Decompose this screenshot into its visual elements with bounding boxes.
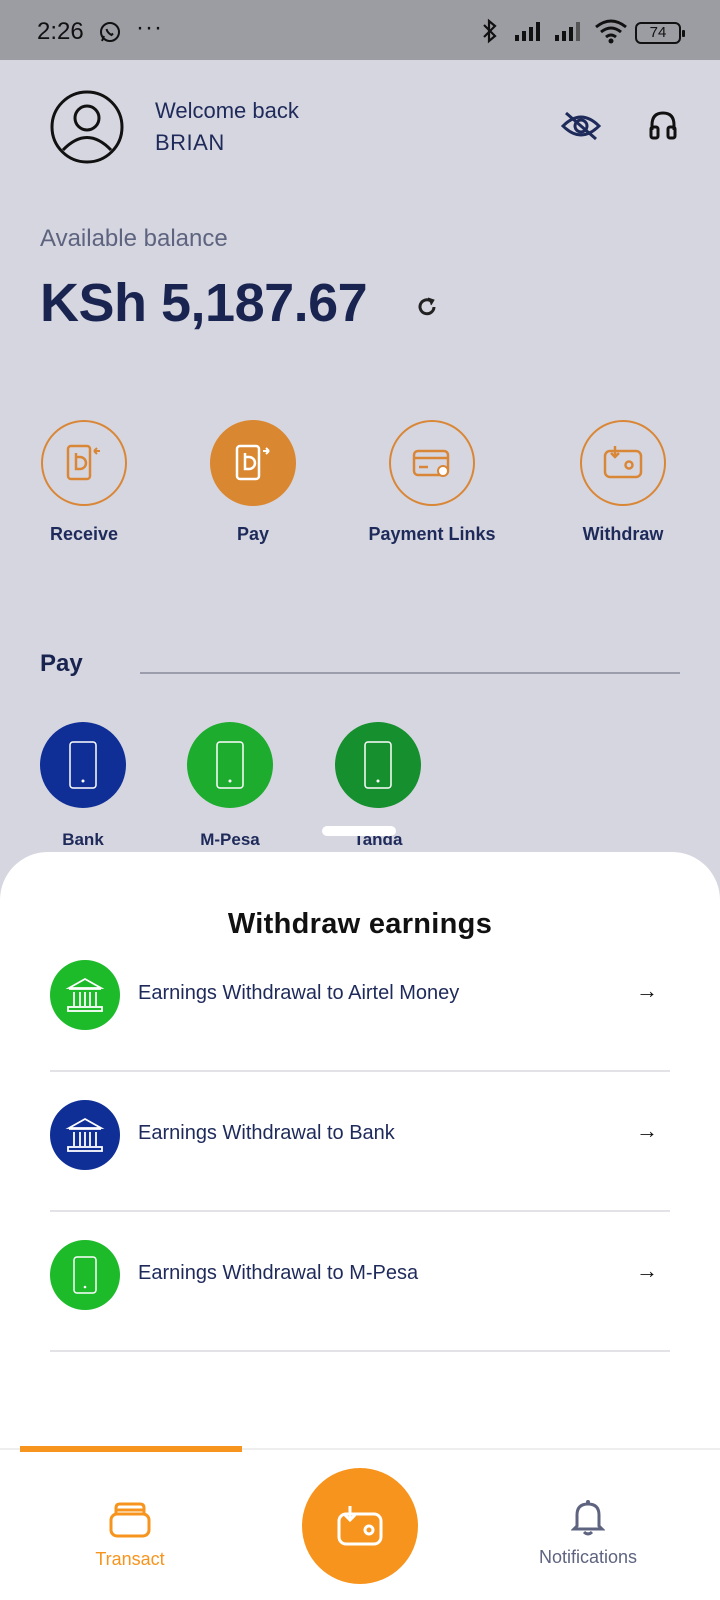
withdraw-icon <box>337 1506 383 1546</box>
option-airtel-money[interactable]: Earnings Withdrawal to Airtel Money → <box>50 932 670 1072</box>
welcome-text: Welcome back <box>155 98 299 123</box>
nav-transact-label: Transact <box>95 1549 165 1569</box>
payee-bank[interactable]: Bank <box>28 722 138 850</box>
bank-icon <box>50 960 120 1030</box>
option-label: Earnings Withdrawal to Bank <box>138 1122 395 1144</box>
option-label: Earnings Withdrawal to Airtel Money <box>138 982 460 1004</box>
withdraw-label: Withdraw <box>582 524 664 544</box>
refresh-icon[interactable] <box>415 295 439 319</box>
phone-icon <box>335 722 421 808</box>
payee-label: M-Pesa <box>200 830 260 849</box>
balance-label: Available balance <box>40 225 228 252</box>
status-time: 2:26 <box>37 18 84 45</box>
payment-links-icon <box>389 420 475 506</box>
payment-links-button[interactable]: Payment Links <box>362 420 502 545</box>
nav-transact[interactable]: Transact <box>80 1500 180 1570</box>
bluetooth-icon <box>483 18 497 44</box>
avatar[interactable] <box>50 90 124 164</box>
hide-balance-icon[interactable] <box>560 110 602 142</box>
status-bar: 2:26 ··· 74 <box>0 0 720 60</box>
payee-mpesa[interactable]: M-Pesa <box>175 722 285 850</box>
option-bank[interactable]: Earnings Withdrawal to Bank → <box>50 1072 670 1212</box>
pay-icon <box>210 420 296 506</box>
wallet-icon <box>109 1502 151 1538</box>
signal-icon <box>515 22 540 41</box>
active-tab-indicator <box>20 1446 242 1452</box>
receive-label: Receive <box>49 524 119 544</box>
receive-icon <box>41 420 127 506</box>
balance-amount: KSh 5,187.67 <box>40 273 368 333</box>
phone-icon <box>50 1240 120 1310</box>
arrow-right-icon: → <box>636 1258 658 1283</box>
option-label: Earnings Withdrawal to M-Pesa <box>138 1262 419 1284</box>
pay-section-title: Pay <box>40 650 83 677</box>
arrow-right-icon: → <box>636 1118 658 1143</box>
option-mpesa[interactable]: Earnings Withdrawal to M-Pesa → <box>50 1212 670 1352</box>
phone-icon <box>187 722 273 808</box>
battery-icon: 74 <box>635 22 685 44</box>
payment-links-label: Payment Links <box>368 524 496 544</box>
bell-icon <box>570 1500 606 1536</box>
nav-notifications[interactable]: Notifications <box>528 1498 648 1568</box>
withdraw-fab[interactable] <box>302 1468 418 1584</box>
receive-button[interactable]: Receive <box>14 420 154 545</box>
divider <box>140 672 680 674</box>
bottom-nav: Transact Notifications <box>0 1446 720 1600</box>
username: BRIAN <box>155 130 225 155</box>
phone-icon <box>40 722 126 808</box>
arrow-right-icon: → <box>636 978 658 1003</box>
withdraw-button[interactable]: Withdraw <box>553 420 693 545</box>
more-notifications-icon: ··· <box>136 14 163 41</box>
wifi-icon <box>595 19 627 44</box>
payee-label: Bank <box>62 830 104 849</box>
whatsapp-icon <box>100 22 120 42</box>
headset-icon[interactable] <box>648 110 678 144</box>
sheet-drag-handle[interactable] <box>322 826 396 836</box>
pay-label: Pay <box>236 524 270 544</box>
signal-icon <box>555 22 580 41</box>
pay-button[interactable]: Pay <box>183 420 323 545</box>
withdraw-icon <box>580 420 666 506</box>
nav-notifications-label: Notifications <box>538 1547 638 1567</box>
bank-icon <box>50 1100 120 1170</box>
